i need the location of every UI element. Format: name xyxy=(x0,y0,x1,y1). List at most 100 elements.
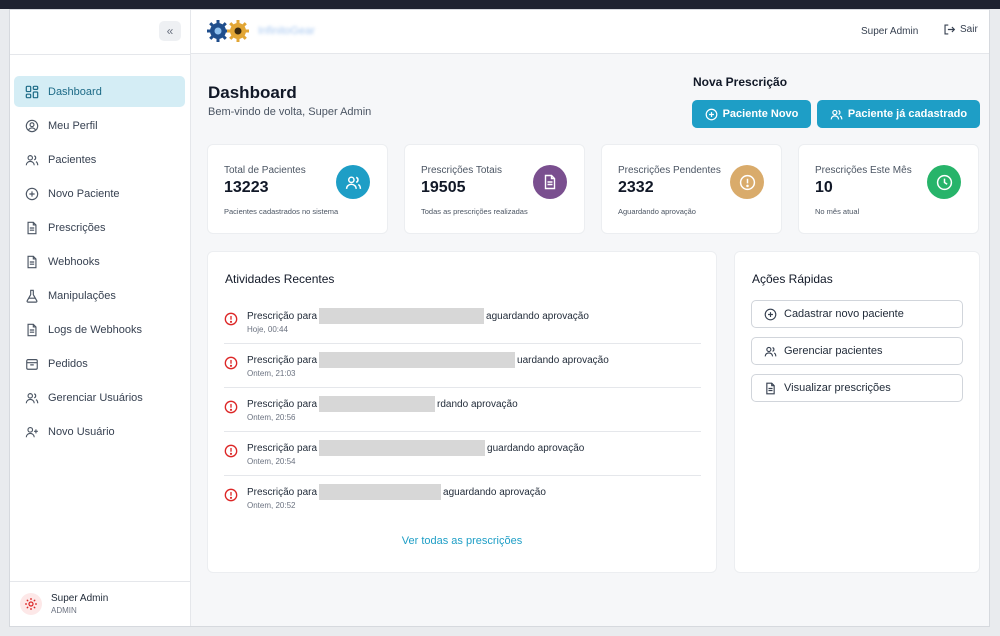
alert-icon xyxy=(224,400,238,414)
stat-value: 19505 xyxy=(421,179,466,196)
new-patient-button[interactable]: Paciente Novo xyxy=(692,100,811,128)
app-logo[interactable]: InfinitoGear xyxy=(206,18,315,44)
activity-status: guardando aprovação xyxy=(487,442,585,454)
see-all-prescriptions-link[interactable]: Ver todas as prescrições xyxy=(208,535,716,547)
quick-action-label: Cadastrar novo paciente xyxy=(784,308,904,320)
logout-button[interactable]: Sair xyxy=(943,23,978,36)
alert-icon xyxy=(224,356,238,370)
sidebar-item-label: Webhooks xyxy=(48,255,100,268)
sidebar-item-dashboard[interactable]: Dashboard xyxy=(14,76,185,107)
sidebar-item-label: Novo Usuário xyxy=(48,425,115,438)
activity-item[interactable]: Prescrição para rdando aprovação Ontem, … xyxy=(224,388,701,432)
logout-icon xyxy=(944,24,956,35)
dashboard-icon xyxy=(25,85,39,98)
activity-time: Ontem, 20:54 xyxy=(247,457,296,466)
app-window: « Dashboard Meu Perfil Pacientes Novo Pa… xyxy=(9,9,990,627)
sidebar-item-gerenciar-usuarios[interactable]: Gerenciar Usuários xyxy=(14,382,185,413)
sidebar-item-novo-usuario[interactable]: Novo Usuário xyxy=(14,416,185,447)
plus-circle-icon xyxy=(705,108,717,120)
quick-actions-title: Ações Rápidas xyxy=(752,272,833,286)
redacted-patient-name xyxy=(319,308,485,324)
file-icon xyxy=(766,382,775,394)
activity-status: aguardando aprovação xyxy=(443,486,546,498)
sidebar-user-footer[interactable]: Super Admin ADMIN xyxy=(10,581,190,626)
sidebar-item-manipulacoes[interactable]: Manipulações xyxy=(14,280,185,311)
page-title: Dashboard xyxy=(208,83,297,102)
view-prescriptions-button[interactable]: Visualizar prescrições xyxy=(751,374,963,402)
new-prescription-title: Nova Prescrição xyxy=(693,75,788,89)
users-icon xyxy=(764,346,777,356)
stat-card-total-prescriptions: Prescrições Totais 19505 Todas as prescr… xyxy=(404,144,585,234)
stat-value: 13223 xyxy=(224,179,269,196)
stat-description: Aguardando aprovação xyxy=(618,207,696,216)
file-icon xyxy=(27,221,37,234)
activity-time: Ontem, 21:03 xyxy=(247,369,296,378)
stat-label: Prescrições Pendentes xyxy=(618,165,721,176)
existing-patient-button[interactable]: Paciente já cadastrado xyxy=(817,100,980,128)
user-plus-icon xyxy=(25,426,38,437)
user-circle-icon xyxy=(25,119,39,132)
redacted-patient-name xyxy=(319,396,436,412)
quick-action-label: Visualizar prescrições xyxy=(784,382,891,394)
new-patient-label: Paciente Novo xyxy=(722,108,799,120)
sidebar-item-prescricoes[interactable]: Prescrições xyxy=(14,212,185,243)
redacted-patient-name xyxy=(319,440,486,456)
activity-time: Ontem, 20:56 xyxy=(247,413,296,422)
sidebar-divider xyxy=(10,54,190,55)
avatar xyxy=(20,593,42,615)
stat-value: 10 xyxy=(815,179,833,196)
activity-item[interactable]: Prescrição para uardando aprovação Ontem… xyxy=(224,344,701,388)
activity-list: Prescrição para aguardando aprovação Hoj… xyxy=(224,300,701,520)
sidebar-item-label: Manipulações xyxy=(48,289,116,302)
activity-status: uardando aprovação xyxy=(517,354,609,366)
plus-circle-icon xyxy=(25,187,39,200)
redacted-patient-name xyxy=(319,352,516,368)
quick-actions-card: Ações Rápidas Cadastrar novo paciente Ge… xyxy=(734,251,980,573)
activity-item[interactable]: Prescrição para guardando aprovação Onte… xyxy=(224,432,701,476)
activity-prefix: Prescrição para xyxy=(247,310,318,322)
window-top-strip xyxy=(0,0,1000,9)
top-header: InfinitoGear Super Admin Sair xyxy=(191,10,989,54)
activity-prefix: Prescrição para xyxy=(247,442,318,454)
file-icon xyxy=(533,165,567,199)
sidebar-item-pacientes[interactable]: Pacientes xyxy=(14,144,185,175)
recent-activities-card: Atividades Recentes Prescrição para agua… xyxy=(207,251,717,573)
page-subtitle: Bem-vindo de volta, Super Admin xyxy=(208,106,372,118)
register-patient-button[interactable]: Cadastrar novo paciente xyxy=(751,300,963,328)
activity-prefix: Prescrição para xyxy=(247,398,318,410)
alert-icon xyxy=(224,312,238,326)
alert-icon xyxy=(730,165,764,199)
sidebar-item-meu-perfil[interactable]: Meu Perfil xyxy=(14,110,185,141)
existing-patient-label: Paciente já cadastrado xyxy=(847,108,968,120)
sidebar-item-label: Pacientes xyxy=(48,153,97,166)
sidebar-item-novo-paciente[interactable]: Novo Paciente xyxy=(14,178,185,209)
gear-icon xyxy=(25,598,37,610)
sidebar-item-logs-de-webhooks[interactable]: Logs de Webhooks xyxy=(14,314,185,345)
clock-icon xyxy=(927,165,961,199)
stat-value: 2332 xyxy=(618,179,654,196)
activity-item[interactable]: Prescrição para aguardando aprovação Ont… xyxy=(224,476,701,520)
stat-card-total-patients: Total de Pacientes 13223 Pacientes cadas… xyxy=(207,144,388,234)
stat-card-pending-prescriptions: Prescrições Pendentes 2332 Aguardando ap… xyxy=(601,144,782,234)
users-icon xyxy=(830,109,843,119)
sidebar: « Dashboard Meu Perfil Pacientes Novo Pa… xyxy=(10,10,191,626)
file-icon xyxy=(27,323,37,336)
sidebar-item-label: Prescrições xyxy=(48,221,106,234)
sidebar-item-pedidos[interactable]: Pedidos xyxy=(14,348,185,379)
users-icon xyxy=(25,154,39,165)
footer-user-role: ADMIN xyxy=(51,606,77,615)
stat-description: Pacientes cadastrados no sistema xyxy=(224,207,339,216)
activity-status: aguardando aprovação xyxy=(486,310,589,322)
sidebar-nav: Dashboard Meu Perfil Pacientes Novo Paci… xyxy=(14,76,185,450)
recent-activities-title: Atividades Recentes xyxy=(225,272,335,286)
collapse-sidebar-button[interactable]: « xyxy=(159,21,181,41)
sidebar-item-webhooks[interactable]: Webhooks xyxy=(14,246,185,277)
logo-text: InfinitoGear xyxy=(258,25,315,37)
sidebar-item-label: Dashboard xyxy=(48,85,102,98)
sidebar-item-label: Logs de Webhooks xyxy=(48,323,142,336)
file-icon xyxy=(27,255,37,268)
activity-item[interactable]: Prescrição para aguardando aprovação Hoj… xyxy=(224,300,701,344)
quick-action-label: Gerenciar pacientes xyxy=(784,345,883,357)
logo-gears-icon xyxy=(207,20,249,42)
manage-patients-button[interactable]: Gerenciar pacientes xyxy=(751,337,963,365)
